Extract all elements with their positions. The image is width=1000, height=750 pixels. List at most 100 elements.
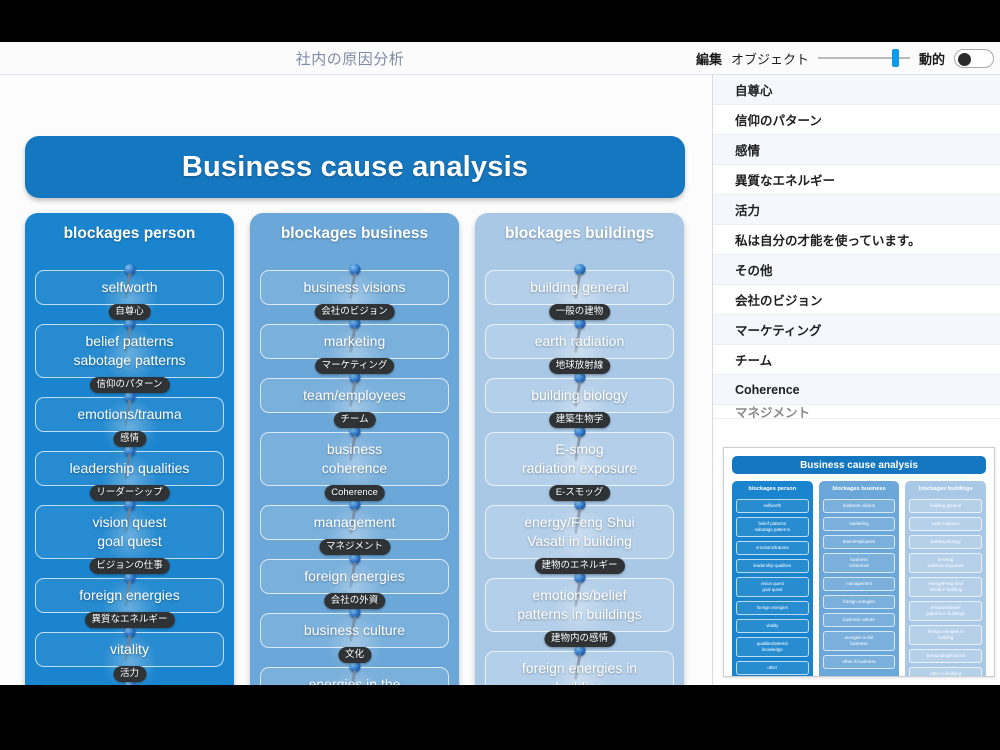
preview-node: E-smog radiation exposure — [909, 553, 983, 573]
diagram-node[interactable]: emotions/trauma 感情 — [35, 391, 224, 458]
diagram-node[interactable]: foreign energies 異質なエネルギー — [35, 572, 224, 639]
node-label: emotions/belief patterns in buildings — [517, 587, 642, 622]
preview-node: energies in the business — [822, 631, 896, 651]
diagram-node[interactable]: team/employees チーム — [260, 372, 449, 439]
node-label: marketing — [323, 333, 386, 349]
list-item[interactable]: 私は自分の才能を使っています。 — [713, 225, 1000, 255]
list-item[interactable]: マーケティング — [713, 315, 1000, 345]
dynamic-label: 動的 — [918, 51, 945, 67]
diagram-node[interactable]: emotions/belief patterns in buildings 建物内の… — [485, 572, 674, 647]
diagram-node[interactable]: business culture 文化 — [260, 607, 449, 674]
preview-node: emotions/belief patterns in buildings — [909, 601, 983, 621]
body-split: Business cause analysis blockages person… — [0, 75, 1000, 685]
diagram-node[interactable]: energies in thebusiness会社のエネルギー — [260, 661, 449, 685]
node-tooltip: マーケティング — [314, 358, 395, 374]
node-tooltip: 会社のビジョン — [314, 304, 395, 320]
node-label: foreign energies — [79, 587, 180, 603]
list-item[interactable]: チーム — [713, 345, 1000, 375]
toggle-knob — [958, 52, 971, 66]
diagram-canvas[interactable]: Business cause analysis blockages person… — [0, 75, 712, 685]
diagram-node[interactable]: earth radiation 地球放射線 — [485, 318, 674, 385]
list-item[interactable]: 感情 — [713, 135, 1000, 165]
diagram-node[interactable]: E-smog radiation exposure E-スモッグ — [485, 426, 674, 501]
node-label: energies in thebusiness — [308, 676, 401, 685]
list-item[interactable]: 会社のビジョン — [713, 285, 1000, 315]
list-item[interactable]: 異質なエネルギー — [713, 165, 1000, 195]
preview-columns: blockages person selfworth belief patterns… — [732, 481, 987, 676]
node-label: belief patterns sabotage patterns — [73, 333, 186, 368]
right-sidebar: 自尊心 信仰のパターン 感情 異質なエネルギー 活力 私は自分の才能を使っています。 その他… — [713, 75, 1000, 685]
preview-node: business visions — [822, 499, 896, 513]
diagram-column[interactable]: blockages business business visions 会社のビジョ… — [250, 213, 459, 685]
diagram-node[interactable]: vision quest goal quest ビジョンの仕事 — [35, 499, 224, 574]
preview-node: management — [822, 577, 896, 591]
node-tooltip: リーダーシップ — [89, 485, 170, 501]
node-tooltip: 文化 — [337, 647, 372, 663]
node-tooltip: 建物のエネルギー — [534, 558, 625, 574]
app-window: 社内の原因分析 編集 オブジェクト 動的 Business cause anal… — [0, 42, 1000, 685]
preview-node: qualities/talents/knowledge — [736, 637, 809, 657]
diagram-node[interactable]: business visions 会社のビジョン — [260, 264, 449, 331]
node-label: team/employees — [303, 387, 406, 403]
node-label: management — [313, 514, 396, 530]
pin-marker-icon — [573, 264, 585, 299]
column-title: blockages buildings — [505, 225, 654, 242]
diagram-column[interactable]: blockages person selfworth 自尊心 belief patte… — [25, 213, 234, 685]
diagram-node[interactable]: leadership qualities リーダーシップ — [35, 445, 224, 512]
diagram-node[interactable]: selfworth 自尊心 — [35, 264, 224, 331]
node-label: leadership qualities — [69, 460, 190, 476]
diagram-node[interactable]: building biology 建築生物学 — [485, 372, 674, 439]
object-list[interactable]: 自尊心 信仰のパターン 感情 異質なエネルギー 活力 私は自分の才能を使っています。 その他… — [713, 75, 1000, 437]
preview-node: foreign energies in building — [909, 625, 983, 645]
preview-node: leadership qualities — [736, 559, 809, 573]
list-item[interactable]: 活力 — [713, 195, 1000, 225]
preview-thumbnail[interactable]: Business cause analysis blockages person… — [723, 447, 995, 677]
node-tooltip: E-スモッグ — [548, 485, 611, 501]
object-button[interactable]: オブジェクト — [731, 49, 809, 68]
node-label: foreign energies inbuilding — [521, 660, 638, 685]
diagram-node[interactable]: management マネジメント — [260, 499, 449, 566]
preview-node: other — [736, 661, 809, 675]
preview-node: other in business — [822, 655, 896, 669]
preview-banner-title: Business cause analysis — [732, 456, 986, 474]
slider-handle[interactable] — [891, 49, 899, 67]
list-item[interactable]: Coherence — [713, 375, 1000, 405]
preview-column-title: blockages business — [832, 486, 886, 492]
preview-node: vision quest goal quest — [736, 577, 809, 597]
pin-marker-icon — [123, 264, 135, 299]
diagram-banner[interactable]: Business cause analysis — [25, 136, 685, 198]
diagram-node[interactable]: foreign energies 会社の外資 — [260, 553, 449, 620]
preview-node: business coherence — [822, 553, 896, 573]
edit-button[interactable]: 編集 — [696, 49, 722, 68]
list-item[interactable]: 自尊心 — [713, 75, 1000, 105]
preview-node: energy/Feng Shui Vasati in building — [909, 577, 983, 597]
column-title: blockages person — [63, 225, 196, 242]
zoom-slider[interactable] — [817, 49, 910, 67]
list-item[interactable]: 信仰のパターン — [713, 105, 1000, 135]
list-item[interactable]: マネジメント — [713, 405, 1000, 419]
diagram-node[interactable]: business coherence Coherence — [260, 426, 449, 501]
node-label: energy/Feng Shui Vasati in building — [524, 514, 635, 549]
preview-node: business culture — [822, 613, 896, 627]
diagram-node[interactable]: vitality 活力 — [35, 626, 224, 685]
preview-column: blockages person selfworth belief patterns… — [732, 481, 813, 676]
node-label: vision quest goal quest — [92, 514, 167, 549]
diagram-node[interactable]: belief patterns sabotage patterns 信仰のパターン — [35, 318, 224, 393]
diagram-node[interactable]: building general 一般の建物 — [485, 264, 674, 331]
node-tooltip: 建築生物学 — [548, 412, 611, 428]
column-title: blockages business — [280, 225, 429, 242]
preview-node: building biology — [909, 535, 983, 549]
diagram-node[interactable]: marketing マーケティング — [260, 318, 449, 385]
preview-node: team/employees — [822, 535, 896, 549]
diagram-column[interactable]: blockages buildings building general 一般の建物… — [475, 213, 684, 685]
diagram-node[interactable]: energy/Feng Shui Vasati in building 建物のエネル… — [485, 499, 674, 574]
preview-column: blockages buildings building general earth… — [905, 481, 987, 676]
node-label: business visions — [303, 279, 406, 295]
dynamic-toggle[interactable] — [954, 48, 994, 68]
node-tooltip: 自尊心 — [108, 304, 151, 320]
diagram-node[interactable]: foreign energies inbuilding建物内の外国エネルギー — [485, 645, 674, 685]
preview-node: building general — [909, 499, 983, 513]
preview-node: surrounding/location — [909, 649, 983, 663]
node-label: foreign energies — [304, 568, 405, 584]
list-item[interactable]: その他 — [713, 255, 1000, 285]
